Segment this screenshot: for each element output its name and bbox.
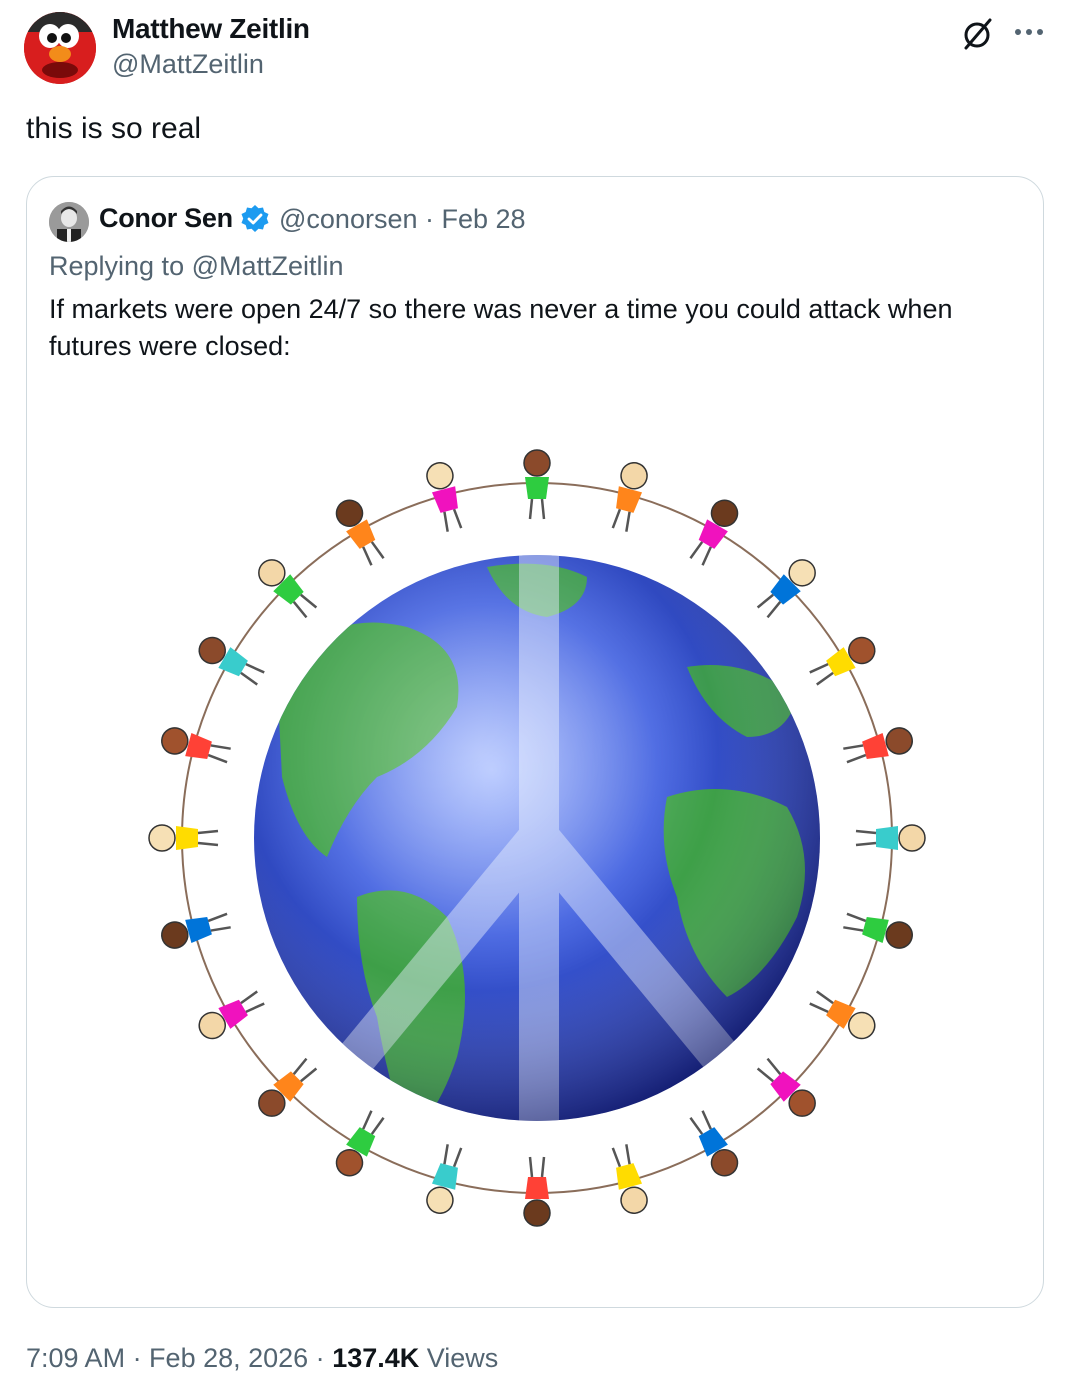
kid-figure <box>523 1156 551 1227</box>
tweet-timestamp[interactable]: 7:09 AM · Feb 28, 2026 · <box>26 1343 332 1373</box>
kid-figure <box>161 912 231 949</box>
kid-figure <box>335 499 385 566</box>
kid-figure <box>809 636 876 686</box>
kid-figure <box>611 1144 648 1214</box>
kid-figure <box>611 462 648 532</box>
quoted-tweet-image[interactable] <box>27 377 1043 1307</box>
kid-figure <box>426 462 463 532</box>
verified-badge-icon <box>240 204 270 234</box>
kid-figure <box>148 824 219 852</box>
quoted-tweet-text: If markets were open 24/7 so there was n… <box>49 294 953 361</box>
kid-figure <box>426 1144 463 1214</box>
tweet-meta: 7:09 AM · Feb 28, 2026 · 137.4K Views <box>26 1343 498 1374</box>
author-avatar[interactable] <box>24 12 96 84</box>
views-label: Views <box>419 1343 499 1373</box>
views-count: 137.4K <box>332 1343 420 1373</box>
kid-figure <box>843 912 913 949</box>
kid-figure <box>689 1110 739 1177</box>
kid-figure <box>689 499 739 566</box>
author-handle[interactable]: @MattZeitlin <box>112 49 264 80</box>
more-options-icon[interactable] <box>1012 14 1046 54</box>
kid-figure <box>855 824 926 852</box>
author-display-name[interactable]: Matthew Zeitlin <box>112 13 310 45</box>
quoted-tweet-card[interactable]: Conor Sen @conorsen · Feb 28 Replying to… <box>26 176 1044 1308</box>
grok-icon[interactable] <box>958 14 998 54</box>
kid-figure <box>523 449 551 520</box>
kid-figure <box>198 990 265 1040</box>
quoted-author-avatar[interactable] <box>49 202 89 242</box>
replying-to[interactable]: Replying to @MattZeitlin <box>49 251 344 282</box>
kid-figure <box>198 636 265 686</box>
kid-figure <box>809 990 876 1040</box>
tweet-text: this is so real <box>26 112 202 145</box>
kid-figure <box>843 727 913 764</box>
kid-figure <box>335 1110 385 1177</box>
kid-figure <box>161 727 231 764</box>
quoted-author-name[interactable]: Conor Sen <box>99 203 233 234</box>
quoted-author-handle-date[interactable]: @conorsen · Feb 28 <box>279 204 526 235</box>
